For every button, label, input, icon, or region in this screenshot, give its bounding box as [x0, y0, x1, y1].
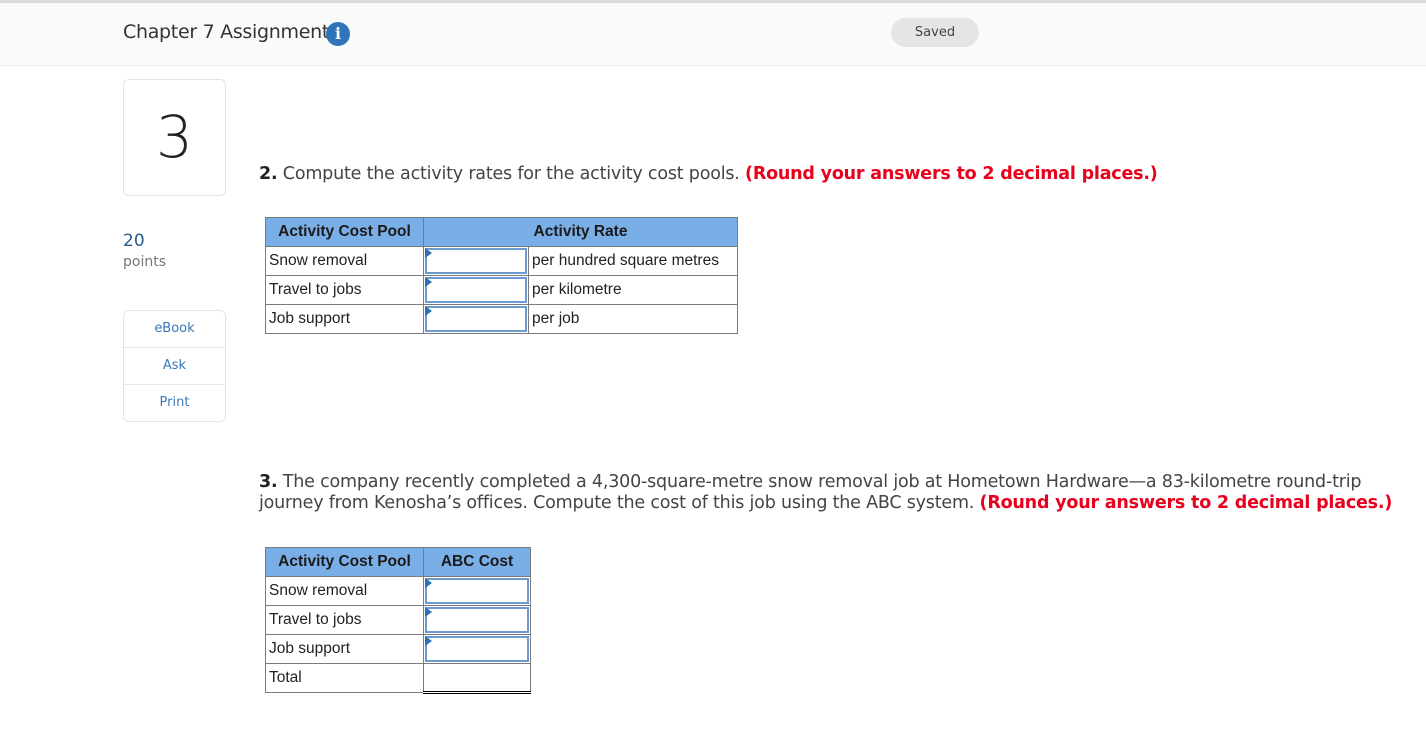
part2-prompt: 2. Compute the activity rates for the ac… [259, 164, 1158, 185]
ebook-button[interactable]: eBook [124, 311, 225, 348]
snow-removal-rate-input[interactable] [425, 248, 527, 274]
total-value [423, 663, 531, 694]
points-label: points [123, 254, 166, 270]
table-row: Job support [265, 634, 531, 664]
part3-text-line1: The company recently completed a 4,300-s… [277, 472, 1362, 492]
snow-removal-cost-input[interactable] [425, 578, 529, 604]
total-row: Total [265, 663, 531, 694]
header-activity-rate: Activity Rate [423, 217, 738, 247]
points-value: 20 [123, 231, 145, 251]
flag-icon [425, 607, 432, 617]
activity-rate-table: Activity Cost Pool Activity Rate Snow re… [265, 217, 738, 334]
header-activity-cost-pool: Activity Cost Pool [265, 547, 424, 577]
part3-number: 3. [259, 472, 278, 492]
rate-unit: per kilometre [528, 275, 738, 305]
part3-prompt: 3. The company recently completed a 4,30… [259, 472, 1392, 514]
info-icon[interactable]: i [326, 22, 350, 46]
assignment-header: Chapter 7 Assignment i Saved [0, 3, 1426, 66]
flag-icon [425, 636, 432, 646]
flag-icon [425, 248, 432, 258]
pool-label: Job support [265, 304, 424, 334]
flag-icon [425, 306, 432, 316]
part3-instruction: (Round your answers to 2 decimal places.… [979, 493, 1393, 513]
pool-label: Travel to jobs [265, 275, 424, 305]
job-support-cost-input[interactable] [425, 636, 529, 662]
flag-icon [425, 578, 432, 588]
travel-cost-input[interactable] [425, 607, 529, 633]
question-tools: eBook Ask Print [123, 310, 226, 422]
print-button[interactable]: Print [124, 385, 225, 421]
part2-instruction: (Round your answers to 2 decimal places.… [745, 164, 1158, 184]
total-label: Total [265, 663, 424, 693]
job-support-rate-input[interactable] [425, 306, 527, 332]
travel-rate-input[interactable] [425, 277, 527, 303]
table-row: Travel to jobs [265, 605, 531, 635]
question-number: 3 [123, 79, 226, 196]
table-row: Job support per job [265, 304, 738, 334]
pool-label: Job support [265, 634, 424, 664]
table-row: Snow removal per hundred square metres [265, 246, 738, 276]
part2-text: Compute the activity rates for the activ… [277, 164, 746, 184]
pool-label: Travel to jobs [265, 605, 424, 635]
table-row: Travel to jobs per kilometre [265, 275, 738, 305]
pool-label: Snow removal [265, 246, 424, 276]
table-row: Snow removal [265, 576, 531, 606]
header-abc-cost: ABC Cost [423, 547, 531, 577]
header-activity-cost-pool: Activity Cost Pool [265, 217, 424, 247]
rate-unit: per hundred square metres [528, 246, 738, 276]
part2-number: 2. [259, 164, 278, 184]
flag-icon [425, 277, 432, 287]
assignment-title: Chapter 7 Assignment [123, 21, 329, 43]
part3-text-line2: journey from Kenosha’s offices. Compute … [259, 493, 980, 513]
pool-label: Snow removal [265, 576, 424, 606]
ask-button[interactable]: Ask [124, 348, 225, 385]
rate-unit: per job [528, 304, 738, 334]
saved-status-badge: Saved [891, 18, 979, 47]
abc-cost-table: Activity Cost Pool ABC Cost Snow removal… [265, 547, 531, 694]
